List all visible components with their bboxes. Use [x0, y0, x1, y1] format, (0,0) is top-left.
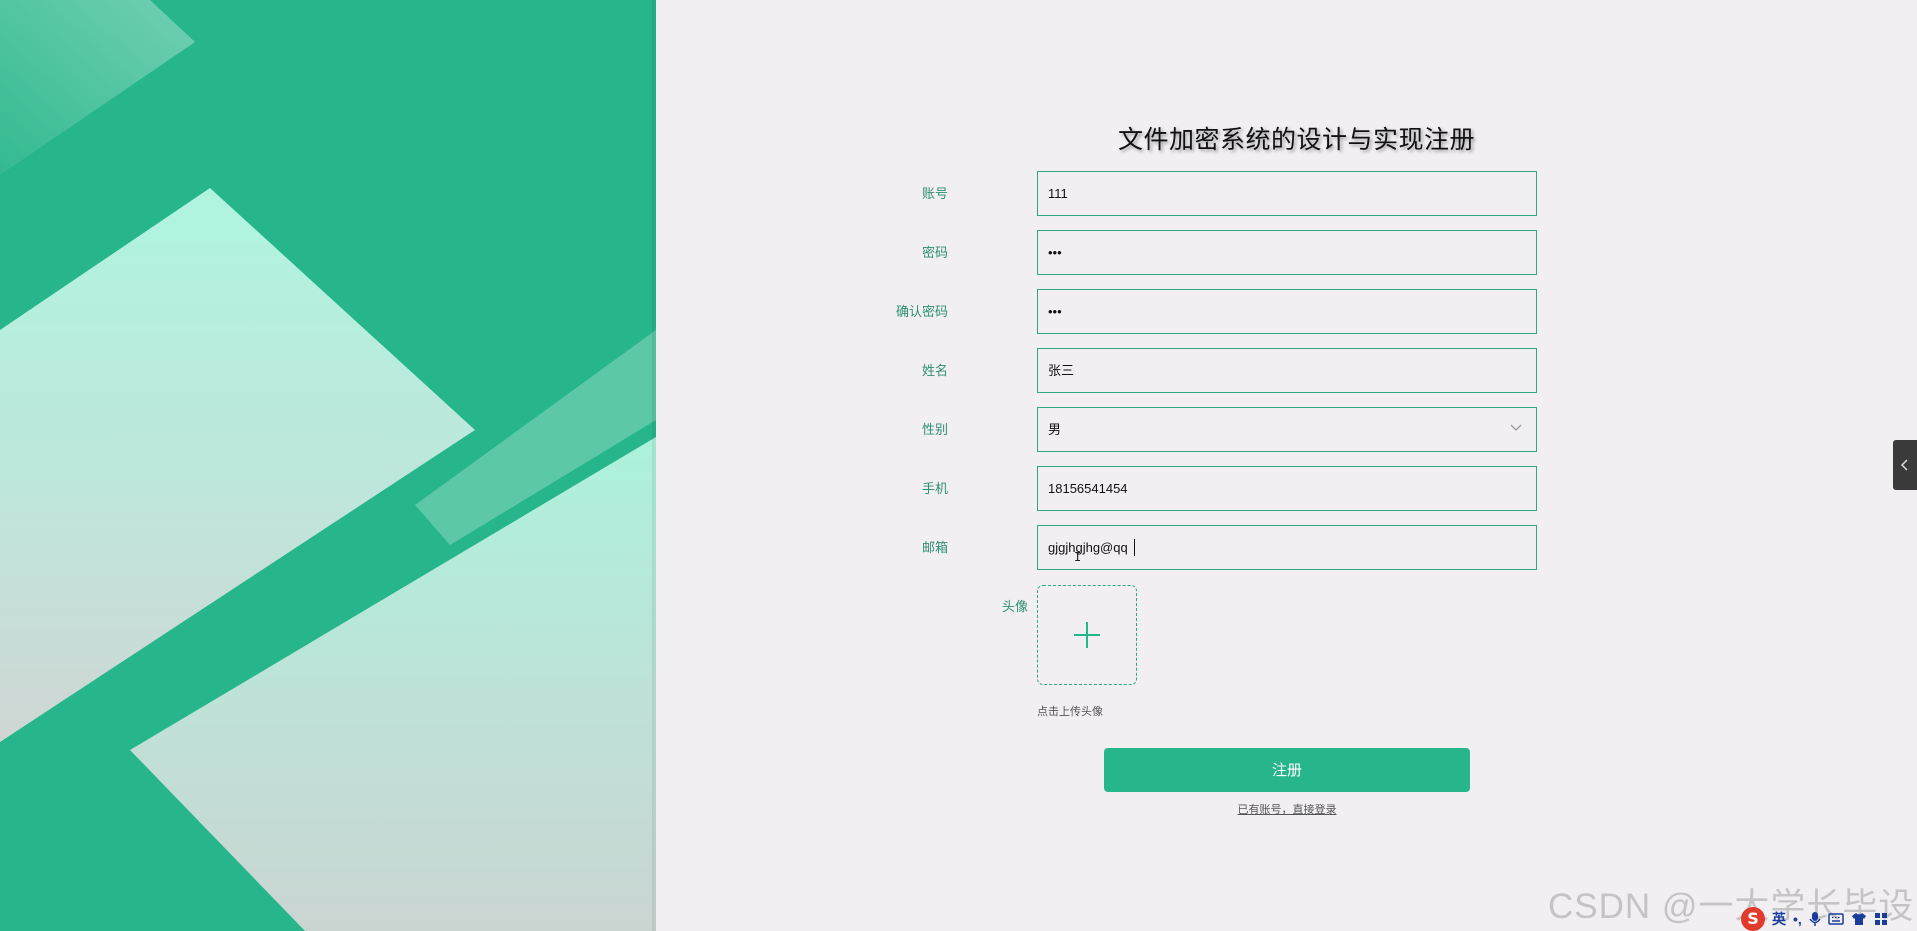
chevron-left-icon — [1900, 459, 1908, 471]
password-value: ••• — [1048, 245, 1062, 260]
microphone-icon[interactable] — [1809, 911, 1821, 927]
ime-mode-label[interactable]: 英 — [1772, 909, 1786, 929]
password-label: 密码 — [921, 245, 948, 260]
mouse-ibeam-cursor-icon: I — [1074, 550, 1082, 564]
name-input[interactable]: 张三 — [1037, 348, 1537, 393]
email-value: gjgjhgjhg@qq — [1048, 540, 1128, 555]
email-input[interactable]: gjgjhgjhg@qq I — [1037, 525, 1537, 570]
confirm-password-input[interactable]: ••• — [1037, 289, 1537, 334]
decorative-background-panel — [0, 0, 656, 931]
account-input[interactable]: 111 — [1037, 171, 1537, 216]
account-value: 111 — [1048, 186, 1068, 201]
name-label: 姓名 — [921, 363, 948, 378]
name-value: 张三 — [1048, 363, 1075, 378]
account-label: 账号 — [921, 186, 948, 201]
password-input[interactable]: ••• — [1037, 230, 1537, 275]
plus-icon — [1074, 622, 1100, 648]
ime-punct-label[interactable]: •, — [1793, 911, 1802, 927]
avatar-upload-button[interactable] — [1037, 585, 1137, 685]
form-row-confirm-password: 确认密码 ••• — [896, 289, 1537, 334]
confirm-password-value: ••• — [1048, 304, 1062, 319]
form-row-email: 邮箱 gjgjhgjhg@qq I — [920, 525, 1537, 570]
sogou-logo-icon[interactable]: S — [1741, 906, 1765, 931]
form-row-account: 账号 111 — [920, 171, 1537, 216]
ime-toolbar: S 英 •, — [1741, 906, 1917, 931]
form-row-phone: 手机 18156541454 — [920, 466, 1537, 511]
form-row-gender: 性别 男 — [920, 407, 1537, 452]
avatar-label: 头像 — [1001, 599, 1028, 614]
side-panel-toggle[interactable] — [1893, 440, 1917, 490]
gender-select[interactable]: 男 — [1037, 407, 1537, 452]
grid-menu-icon[interactable] — [1874, 912, 1888, 926]
phone-label: 手机 — [921, 481, 948, 496]
login-link[interactable]: 已有账号，直接登录 — [1104, 801, 1470, 817]
phone-value: 18156541454 — [1048, 481, 1128, 496]
skin-shirt-icon[interactable] — [1851, 912, 1867, 926]
text-caret — [1134, 539, 1135, 556]
chevron-down-icon — [1510, 424, 1522, 431]
page-title: 文件加密系统的设计与实现注册 — [1118, 126, 1476, 154]
keyboard-icon[interactable] — [1828, 912, 1844, 926]
confirm-password-label: 确认密码 — [895, 304, 948, 319]
email-label: 邮箱 — [921, 540, 948, 555]
form-row-name: 姓名 张三 — [920, 348, 1537, 393]
avatar-hint: 点击上传头像 — [1037, 706, 1103, 718]
decorative-shapes — [0, 0, 656, 931]
gender-value: 男 — [1048, 422, 1062, 437]
phone-input[interactable]: 18156541454 — [1037, 466, 1537, 511]
register-button[interactable]: 注册 — [1104, 748, 1470, 792]
gender-label: 性别 — [921, 422, 948, 437]
form-row-password: 密码 ••• — [920, 230, 1537, 275]
